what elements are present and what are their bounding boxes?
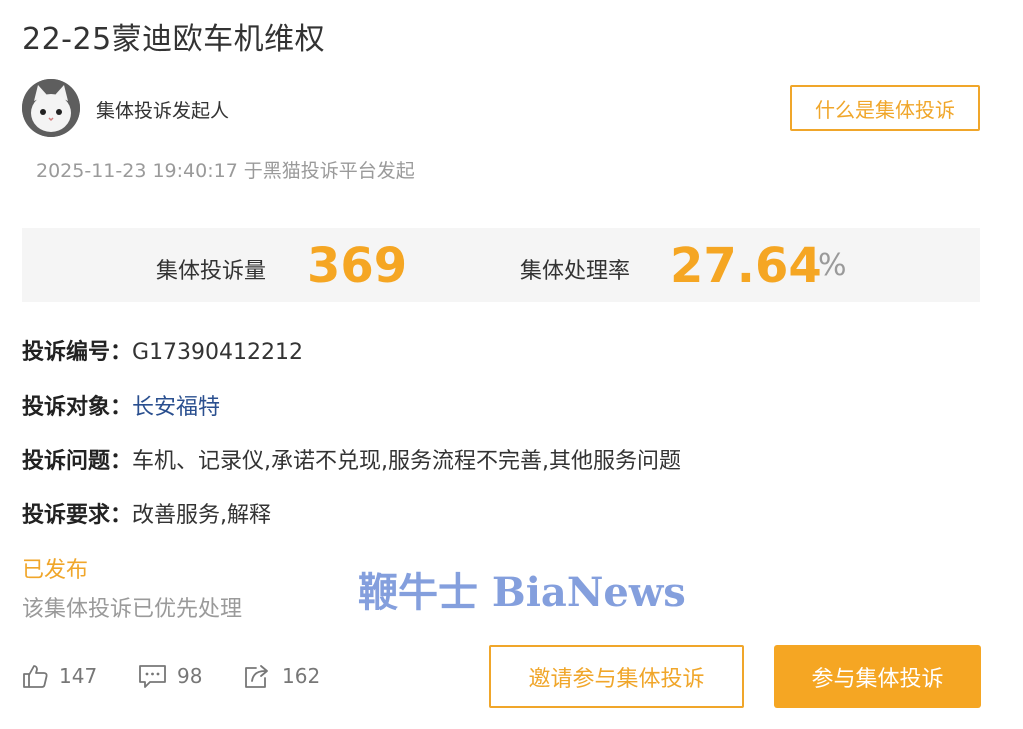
join-complaint-button[interactable]: 参与集体投诉 [774, 645, 981, 708]
field-key: 投诉要求： [22, 503, 133, 528]
comment-icon [138, 663, 167, 690]
field-value: G17390412212 [132, 340, 304, 365]
field-value: 车机、记录仪,承诺不兑现,服务流程不完善,其他服务问题 [132, 449, 681, 474]
handling-rate-value: 27.64 [670, 238, 822, 294]
invite-join-button[interactable]: 邀请参与集体投诉 [489, 645, 744, 708]
like-count: 147 [59, 664, 98, 688]
share-icon [243, 663, 272, 690]
field-complaint-target: 投诉对象：长安福特 [22, 389, 220, 421]
cat-avatar-icon[interactable] [22, 79, 80, 137]
share-button[interactable]: 162 [243, 662, 320, 690]
complaint-page: 22-25蒙迪欧车机维权 集体投诉发起人 什么是集体投诉 2025-11-23 … [0, 0, 1023, 729]
publish-datetime: 2025-11-23 19:40:17 [36, 160, 238, 182]
complaint-count-label: 集体投诉量 [156, 259, 267, 284]
what-is-collective-complaint-button[interactable]: 什么是集体投诉 [790, 85, 980, 131]
handling-rate-label: 集体处理率 [520, 259, 631, 284]
publish-platform: 于黑猫投诉平台发起 [243, 160, 415, 182]
field-complaint-demand: 投诉要求：改善服务,解释 [22, 497, 271, 529]
comment-count: 98 [177, 664, 203, 688]
field-value: 改善服务,解释 [132, 503, 272, 528]
thumbs-up-icon [22, 663, 49, 690]
page-title: 22-25蒙迪欧车机维权 [22, 22, 326, 57]
watermark-logo: 鞭牛士 BiaNews [358, 569, 686, 616]
comment-button[interactable]: 98 [138, 662, 202, 690]
field-complaint-id: 投诉编号：G17390412212 [22, 334, 303, 366]
field-key: 投诉对象： [22, 395, 133, 420]
handling-rate-unit: % [818, 248, 847, 283]
initiator-label: 集体投诉发起人 [96, 100, 230, 122]
complaint-count-value: 369 [307, 238, 408, 294]
like-button[interactable]: 147 [22, 662, 97, 690]
publish-meta: 2025-11-23 19:40:17 于黑猫投诉平台发起 [36, 156, 415, 183]
field-key: 投诉编号： [22, 340, 133, 365]
status-label: 已发布 [22, 558, 89, 583]
share-count: 162 [282, 664, 321, 688]
status-note: 该集体投诉已优先处理 [22, 597, 243, 622]
field-complaint-issue: 投诉问题：车机、记录仪,承诺不兑现,服务流程不完善,其他服务问题 [22, 443, 681, 475]
field-key: 投诉问题： [22, 449, 133, 474]
stats-panel: 集体投诉量 369 集体处理率 27.64 % [22, 228, 980, 302]
complaint-target-link[interactable]: 长安福特 [132, 395, 220, 420]
